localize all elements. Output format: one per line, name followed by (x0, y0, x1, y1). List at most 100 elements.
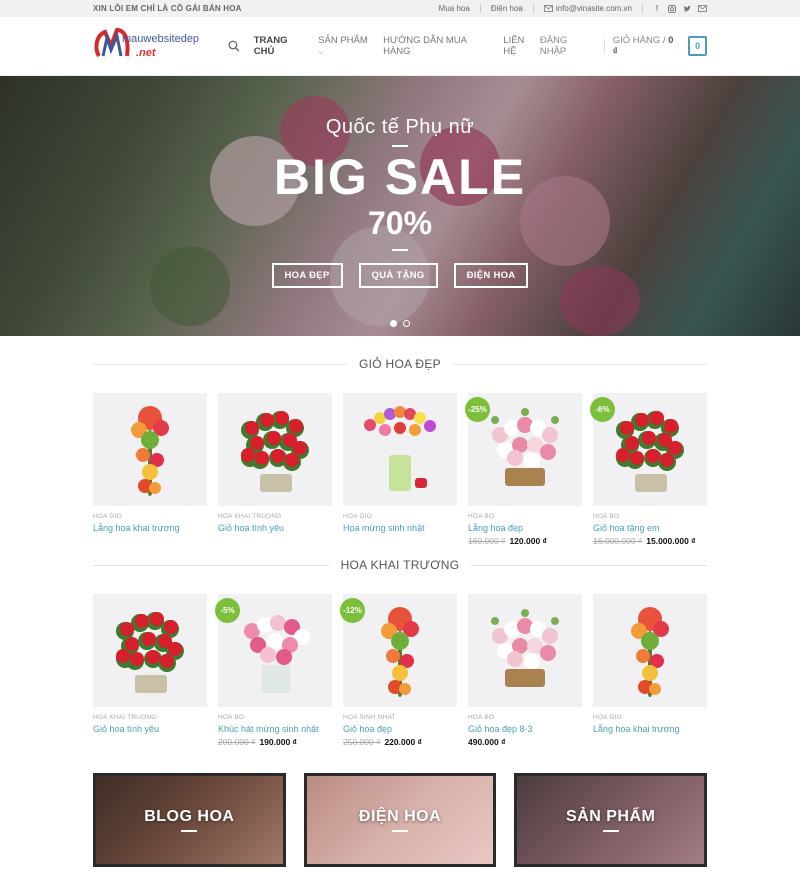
section-title-hoa-khai-truong: HOA KHAI TRƯƠNG (0, 558, 800, 572)
current-price: 220.000 ₫ (384, 737, 422, 747)
product-name[interactable]: Giỏ hoa đẹp (343, 724, 457, 734)
product-category[interactable]: HOA GIO (93, 513, 207, 520)
product-name[interactable]: Giỏ hoa tình yêu (218, 523, 332, 533)
qua-tang-button[interactable]: QUÀ TẶNG (358, 263, 438, 288)
product-card[interactable]: HOA GIO Lẵng hoa khai trương (593, 594, 707, 747)
top-email-link[interactable]: info@vinasite.com.vn (543, 4, 632, 13)
product-card[interactable]: -5% HOA BO Khúc hát mừng sinh nhật 200.000 … (215, 594, 332, 747)
search-icon[interactable] (228, 40, 240, 52)
product-image[interactable]: -12% (340, 594, 457, 707)
product-name[interactable]: Giỏ hoa tình yêu (93, 724, 207, 734)
product-category[interactable]: HOA KHAI TRUONG (93, 714, 207, 721)
category-banner[interactable]: SẢN PHẨM (514, 773, 708, 867)
tulips-vase-image (364, 405, 436, 491)
top-link-dien-hoa[interactable]: Điện hoa (491, 4, 523, 13)
category-banner[interactable]: ĐIỆN HOA (303, 773, 497, 867)
cart-link[interactable]: GIỎ HÀNG / 0 ₫ (613, 35, 680, 57)
header-account-area: ĐĂNG NHẬP GIỎ HÀNG / 0 ₫ 0 (540, 35, 707, 57)
old-price: 16.000.000 ₫ (593, 536, 643, 546)
nav-item-san-pham[interactable]: SẢN PHẨM ⌵ (318, 35, 375, 57)
product-category[interactable]: HOA BO (593, 513, 707, 520)
product-image[interactable] (93, 393, 207, 506)
product-card[interactable]: HOA BO Giỏ hoa đẹp 8-3 490.000 ₫ (468, 594, 582, 747)
product-image[interactable]: -5% (215, 594, 332, 707)
product-image[interactable]: -6% (590, 393, 707, 506)
logo-text-bottom: .net (136, 47, 156, 59)
top-bar: XIN LỖI EM CHỈ LÀ CÔ GÁI BÁN HOA Mua hoa… (0, 0, 800, 17)
product-name[interactable]: Khúc hát mừng sinh nhật (218, 724, 332, 734)
facebook-icon[interactable]: f (653, 4, 661, 13)
twitter-icon[interactable] (683, 5, 691, 13)
current-price: 120.000 ₫ (509, 536, 547, 546)
discount-badge: -5% (215, 598, 240, 623)
current-price: 15.000.000 ₫ (646, 536, 696, 546)
top-link-mua-hoa[interactable]: Mua hoa (439, 4, 470, 13)
current-price: 190.000 ₫ (259, 737, 297, 747)
banner-title: BLOG HOA (144, 808, 235, 825)
product-card[interactable]: HOA KHAI TRUONG Giỏ hoa tình yêu (218, 393, 332, 546)
product-card[interactable]: -12% HOA SINH NHAT Giỏ hoa đẹp 250.000 ₫ 220… (340, 594, 457, 747)
product-category[interactable]: HOA GIO (593, 714, 707, 721)
divider (392, 145, 408, 147)
product-card[interactable]: HOA GIO Họa mừng sinh nhật (343, 393, 457, 546)
dien-hoa-button[interactable]: ĐIỆN HOA (453, 263, 529, 288)
hero-discount: 70% (367, 205, 433, 241)
mail-icon[interactable] (698, 4, 707, 12)
main-nav: TRANG CHỦ SẢN PHẨM ⌵ HƯỚNG DẪN MUA HÀNG … (228, 35, 540, 57)
product-card[interactable]: -6% HOA BO Giỏ hoa tặng em 16.000.000 ₫ 15.0… (590, 393, 707, 546)
nav-item-trang-chu[interactable]: TRANG CHỦ (254, 35, 310, 57)
product-image[interactable] (468, 594, 582, 707)
divider (181, 830, 198, 832)
category-banners: BLOG HOA ĐIỆN HOA SẢN PHẨM (0, 773, 800, 867)
banner-title-wrap: ĐIỆN HOA (359, 808, 441, 832)
product-name[interactable]: Lẵng hoa khai trương (93, 523, 207, 533)
product-category[interactable]: HOA BO (468, 513, 582, 520)
divider (479, 4, 481, 13)
product-card[interactable]: -25% HOA BO Lẵng hoa đẹp 160.000 ₫ 120.000 ₫ (465, 393, 582, 546)
product-name[interactable]: Lẵng hoa đẹp (468, 523, 582, 533)
social-icons: f (653, 4, 707, 13)
login-link[interactable]: ĐĂNG NHẬP (540, 35, 596, 57)
product-card[interactable]: HOA KHAI TRUONG Giỏ hoa tình yêu (93, 594, 207, 747)
product-image[interactable]: -25% (465, 393, 582, 506)
product-category[interactable]: HOA GIO (343, 513, 457, 520)
banner-title: SẢN PHẨM (566, 808, 656, 825)
banner-title: ĐIỆN HOA (358, 808, 442, 825)
red-roses-basket-image (116, 611, 184, 693)
product-name[interactable]: Giỏ hoa tặng em (593, 523, 707, 533)
hoa-dep-button[interactable]: HOA ĐẸP (271, 263, 343, 288)
cart-count-badge[interactable]: 0 (688, 36, 707, 56)
product-category[interactable]: HOA BO (468, 714, 582, 721)
announcement-text: XIN LỖI EM CHỈ LÀ CÔ GÁI BÁN HOA (93, 4, 242, 13)
product-image[interactable] (218, 393, 332, 506)
product-category[interactable]: HOA BO (218, 714, 332, 721)
product-name[interactable]: Lẵng hoa khai trương (593, 724, 707, 734)
nav-item-huong-dan[interactable]: HƯỚNG DẪN MUA HÀNG (383, 35, 495, 57)
section-title-gio-hoa-dep: GIỎ HOA ĐẸP (0, 357, 800, 371)
product-name[interactable]: Giỏ hoa đẹp 8-3 (468, 724, 582, 734)
category-banner[interactable]: BLOG HOA (93, 773, 286, 867)
product-category[interactable]: HOA KHAI TRUONG (218, 513, 332, 520)
old-price: 200.000 ₫ (218, 737, 256, 747)
slider-dot-2[interactable] (403, 320, 410, 327)
old-price: 160.000 ₫ (468, 536, 506, 546)
slider-dot-1[interactable] (390, 320, 397, 327)
divider (602, 830, 619, 832)
product-image[interactable] (93, 594, 207, 707)
mail-icon (543, 5, 553, 12)
product-card[interactable]: HOA GIO Lẵng hoa khai trương (93, 393, 207, 546)
product-category[interactable]: HOA SINH NHAT (343, 714, 457, 721)
pink-roses-vase-image (244, 614, 310, 693)
instagram-icon[interactable] (668, 4, 676, 13)
pink-white-basket-image (491, 608, 559, 687)
product-price: 160.000 ₫ 120.000 ₫ (468, 536, 582, 546)
site-logo[interactable]: mauwebsitedep .net (93, 26, 212, 66)
hero-title: BIG SALE (273, 149, 527, 205)
nav-item-lien-he[interactable]: LIÊN HỆ (503, 35, 540, 57)
hero-content: Quốc tế Phụ nữ BIG SALE 70% HOA ĐẸP QUÀ … (0, 116, 800, 288)
product-image[interactable] (593, 594, 707, 707)
cart-label: GIỎ HÀNG / (612, 35, 666, 46)
product-image[interactable] (343, 393, 457, 506)
top-bar-right: Mua hoa Điện hoa info@vinasite.com.vn f (439, 4, 707, 13)
product-name[interactable]: Họa mừng sinh nhật (343, 523, 457, 533)
